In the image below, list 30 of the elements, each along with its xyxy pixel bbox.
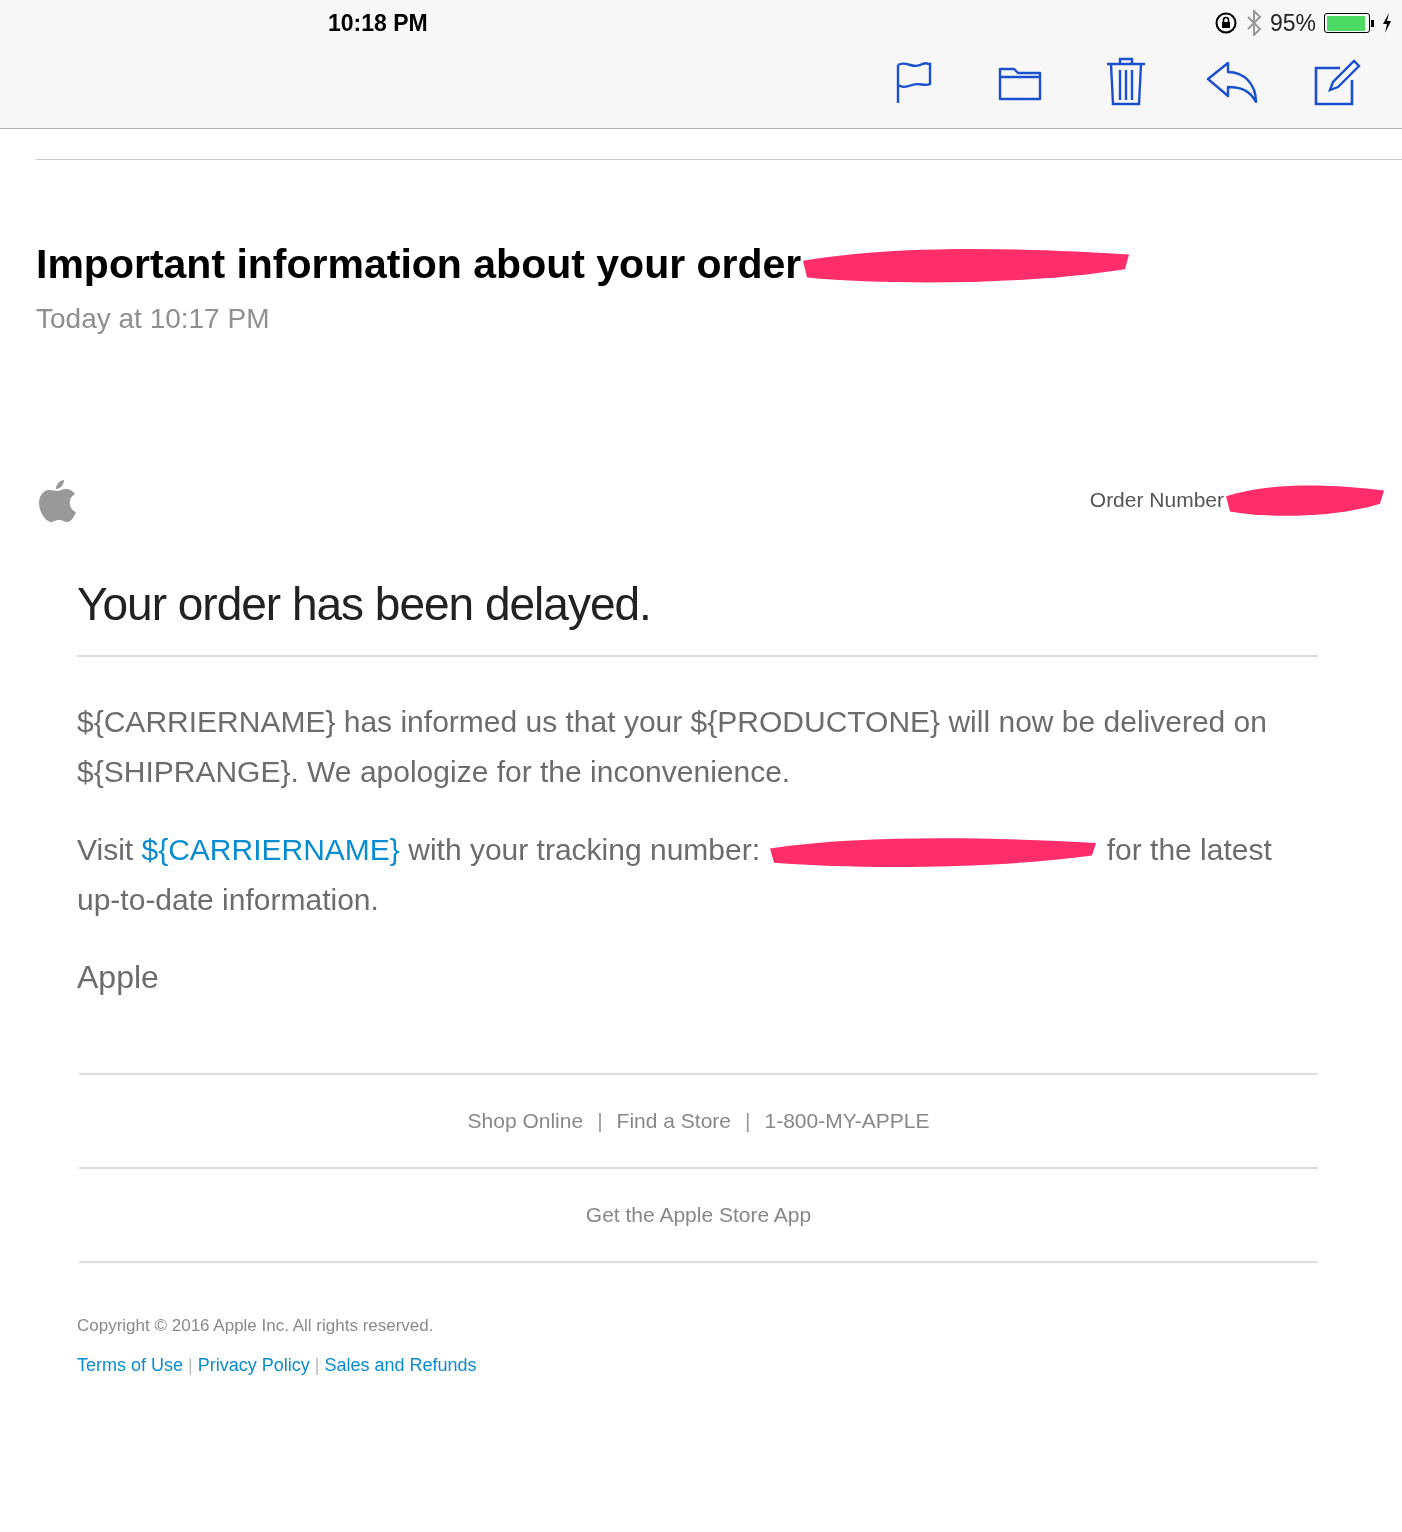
app-link[interactable]: Get the Apple Store App	[585, 1198, 812, 1231]
body-paragraph: Visit ${CARRIERNAME} with your tracking number: for the latest up-to-date information.	[77, 831, 1273, 918]
email-subject: Important information about your order	[36, 240, 802, 289]
footer-link[interactable]: Shop Online	[467, 1104, 584, 1137]
separator: |	[597, 1107, 603, 1134]
flag-icon	[896, 61, 932, 103]
signature: Apple	[77, 957, 160, 997]
email-headline: Your order has been delayed.	[77, 569, 1318, 657]
battery-icon	[1324, 13, 1374, 34]
battery-percentage: 95%	[1269, 9, 1316, 38]
legal-link[interactable]: Privacy Policy	[197, 1352, 310, 1379]
apple-logo	[38, 477, 76, 522]
body-paragraph: ${CARRIERNAME} has informed us that your ${PRODUCTONE} will now be delivered on ${SHIPRANGE}. We apologize for the inconvenience.	[77, 703, 1268, 790]
separator: |	[188, 1354, 193, 1377]
legal-link[interactable]: Sales and Refunds	[324, 1352, 477, 1379]
status-time: 10:18 PM	[328, 9, 428, 38]
separator: |	[314, 1354, 320, 1377]
trash-icon	[1106, 57, 1146, 107]
bluetooth-icon	[1245, 10, 1262, 37]
rotation-lock-icon	[1213, 11, 1238, 36]
email-date: Today at 10:17 PM	[36, 301, 271, 336]
copyright-text: Copyright © 2016 Apple Inc. All rights reserved.	[77, 1314, 435, 1337]
separator: |	[745, 1107, 751, 1134]
carrier-link[interactable]: ${CARRIERNAME}	[141, 832, 400, 866]
footer-link[interactable]: Find a Store	[616, 1104, 731, 1137]
legal-link[interactable]: Terms of Use	[77, 1352, 184, 1379]
order-number-label: Order Number	[1089, 486, 1224, 513]
reply-icon	[1206, 61, 1258, 103]
footer-link[interactable]: 1-800-MY-APPLE	[764, 1104, 930, 1137]
compose-icon	[1314, 58, 1362, 106]
